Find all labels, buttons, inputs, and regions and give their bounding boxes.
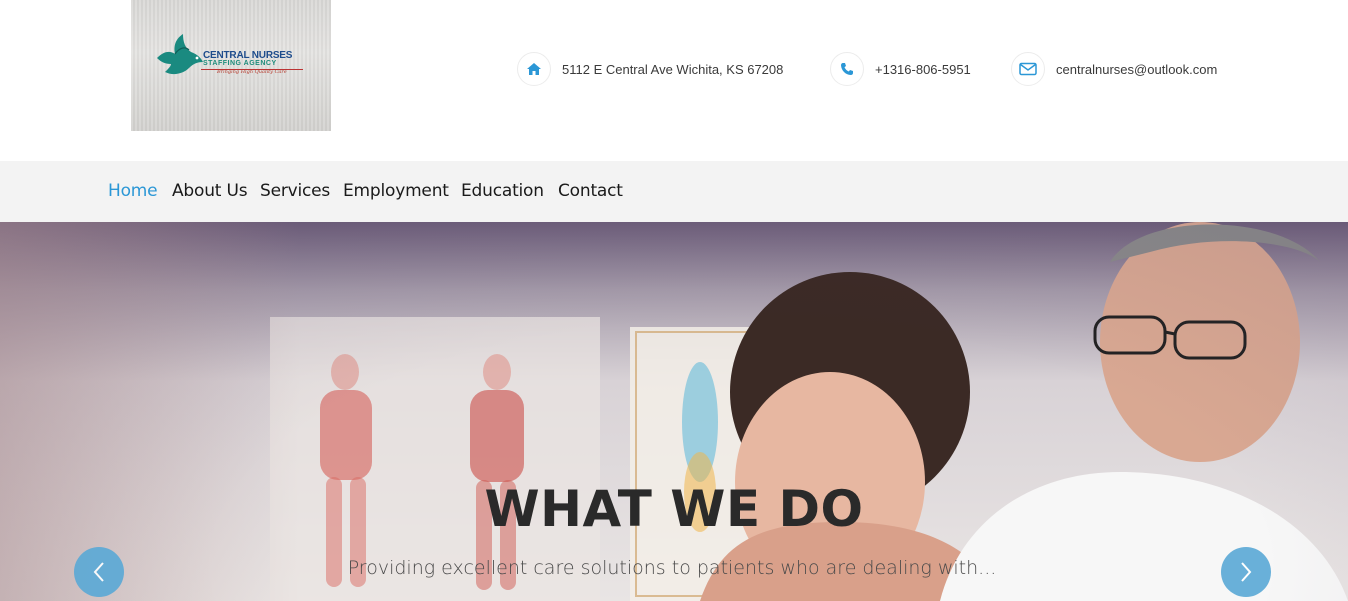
slider-next-button[interactable] [1221, 547, 1271, 597]
home-icon [517, 52, 551, 86]
nav-item-about-us[interactable]: About Us [172, 181, 248, 201]
logo-tagline: Bringing High Quality Care [217, 69, 287, 75]
hero-title: WHAT WE DO [484, 480, 864, 538]
logo-subtitle: STAFFING AGENCY [203, 60, 277, 67]
nav-item-education[interactable]: Education [461, 181, 544, 201]
site-logo[interactable]: CENTRAL NURSES STAFFING AGENCY Bringing … [131, 0, 331, 131]
contact-email[interactable]: centralnurses@outlook.com [1011, 52, 1217, 86]
nav-item-home[interactable]: Home [108, 181, 158, 201]
dove-icon [157, 34, 203, 75]
chevron-right-icon [1241, 562, 1252, 582]
slider-prev-button[interactable] [74, 547, 124, 597]
main-nav: Home About Us Services Employment Educat… [0, 161, 1348, 222]
hero-vignette [0, 222, 1348, 601]
contact-phone[interactable]: +1316-806-5951 [830, 52, 971, 86]
phone-icon [830, 52, 864, 86]
address-text: 5112 E Central Ave Wichita, KS 67208 [562, 61, 784, 77]
chevron-left-icon [93, 562, 104, 582]
email-text[interactable]: centralnurses@outlook.com [1056, 62, 1217, 77]
top-header: CENTRAL NURSES STAFFING AGENCY Bringing … [0, 0, 1348, 161]
envelope-icon [1011, 52, 1045, 86]
contact-address: 5112 E Central Ave Wichita, KS 67208 [517, 52, 783, 86]
nav-item-services[interactable]: Services [260, 181, 330, 201]
hero-slider: WHAT WE DO Providing excellent care solu… [0, 222, 1348, 601]
nav-item-contact[interactable]: Contact [558, 181, 623, 201]
nav-item-employment[interactable]: Employment [343, 181, 449, 201]
phone-text[interactable]: +1316-806-5951 [875, 62, 971, 77]
hero-subtitle: Providing excellent care solutions to pa… [347, 557, 997, 579]
